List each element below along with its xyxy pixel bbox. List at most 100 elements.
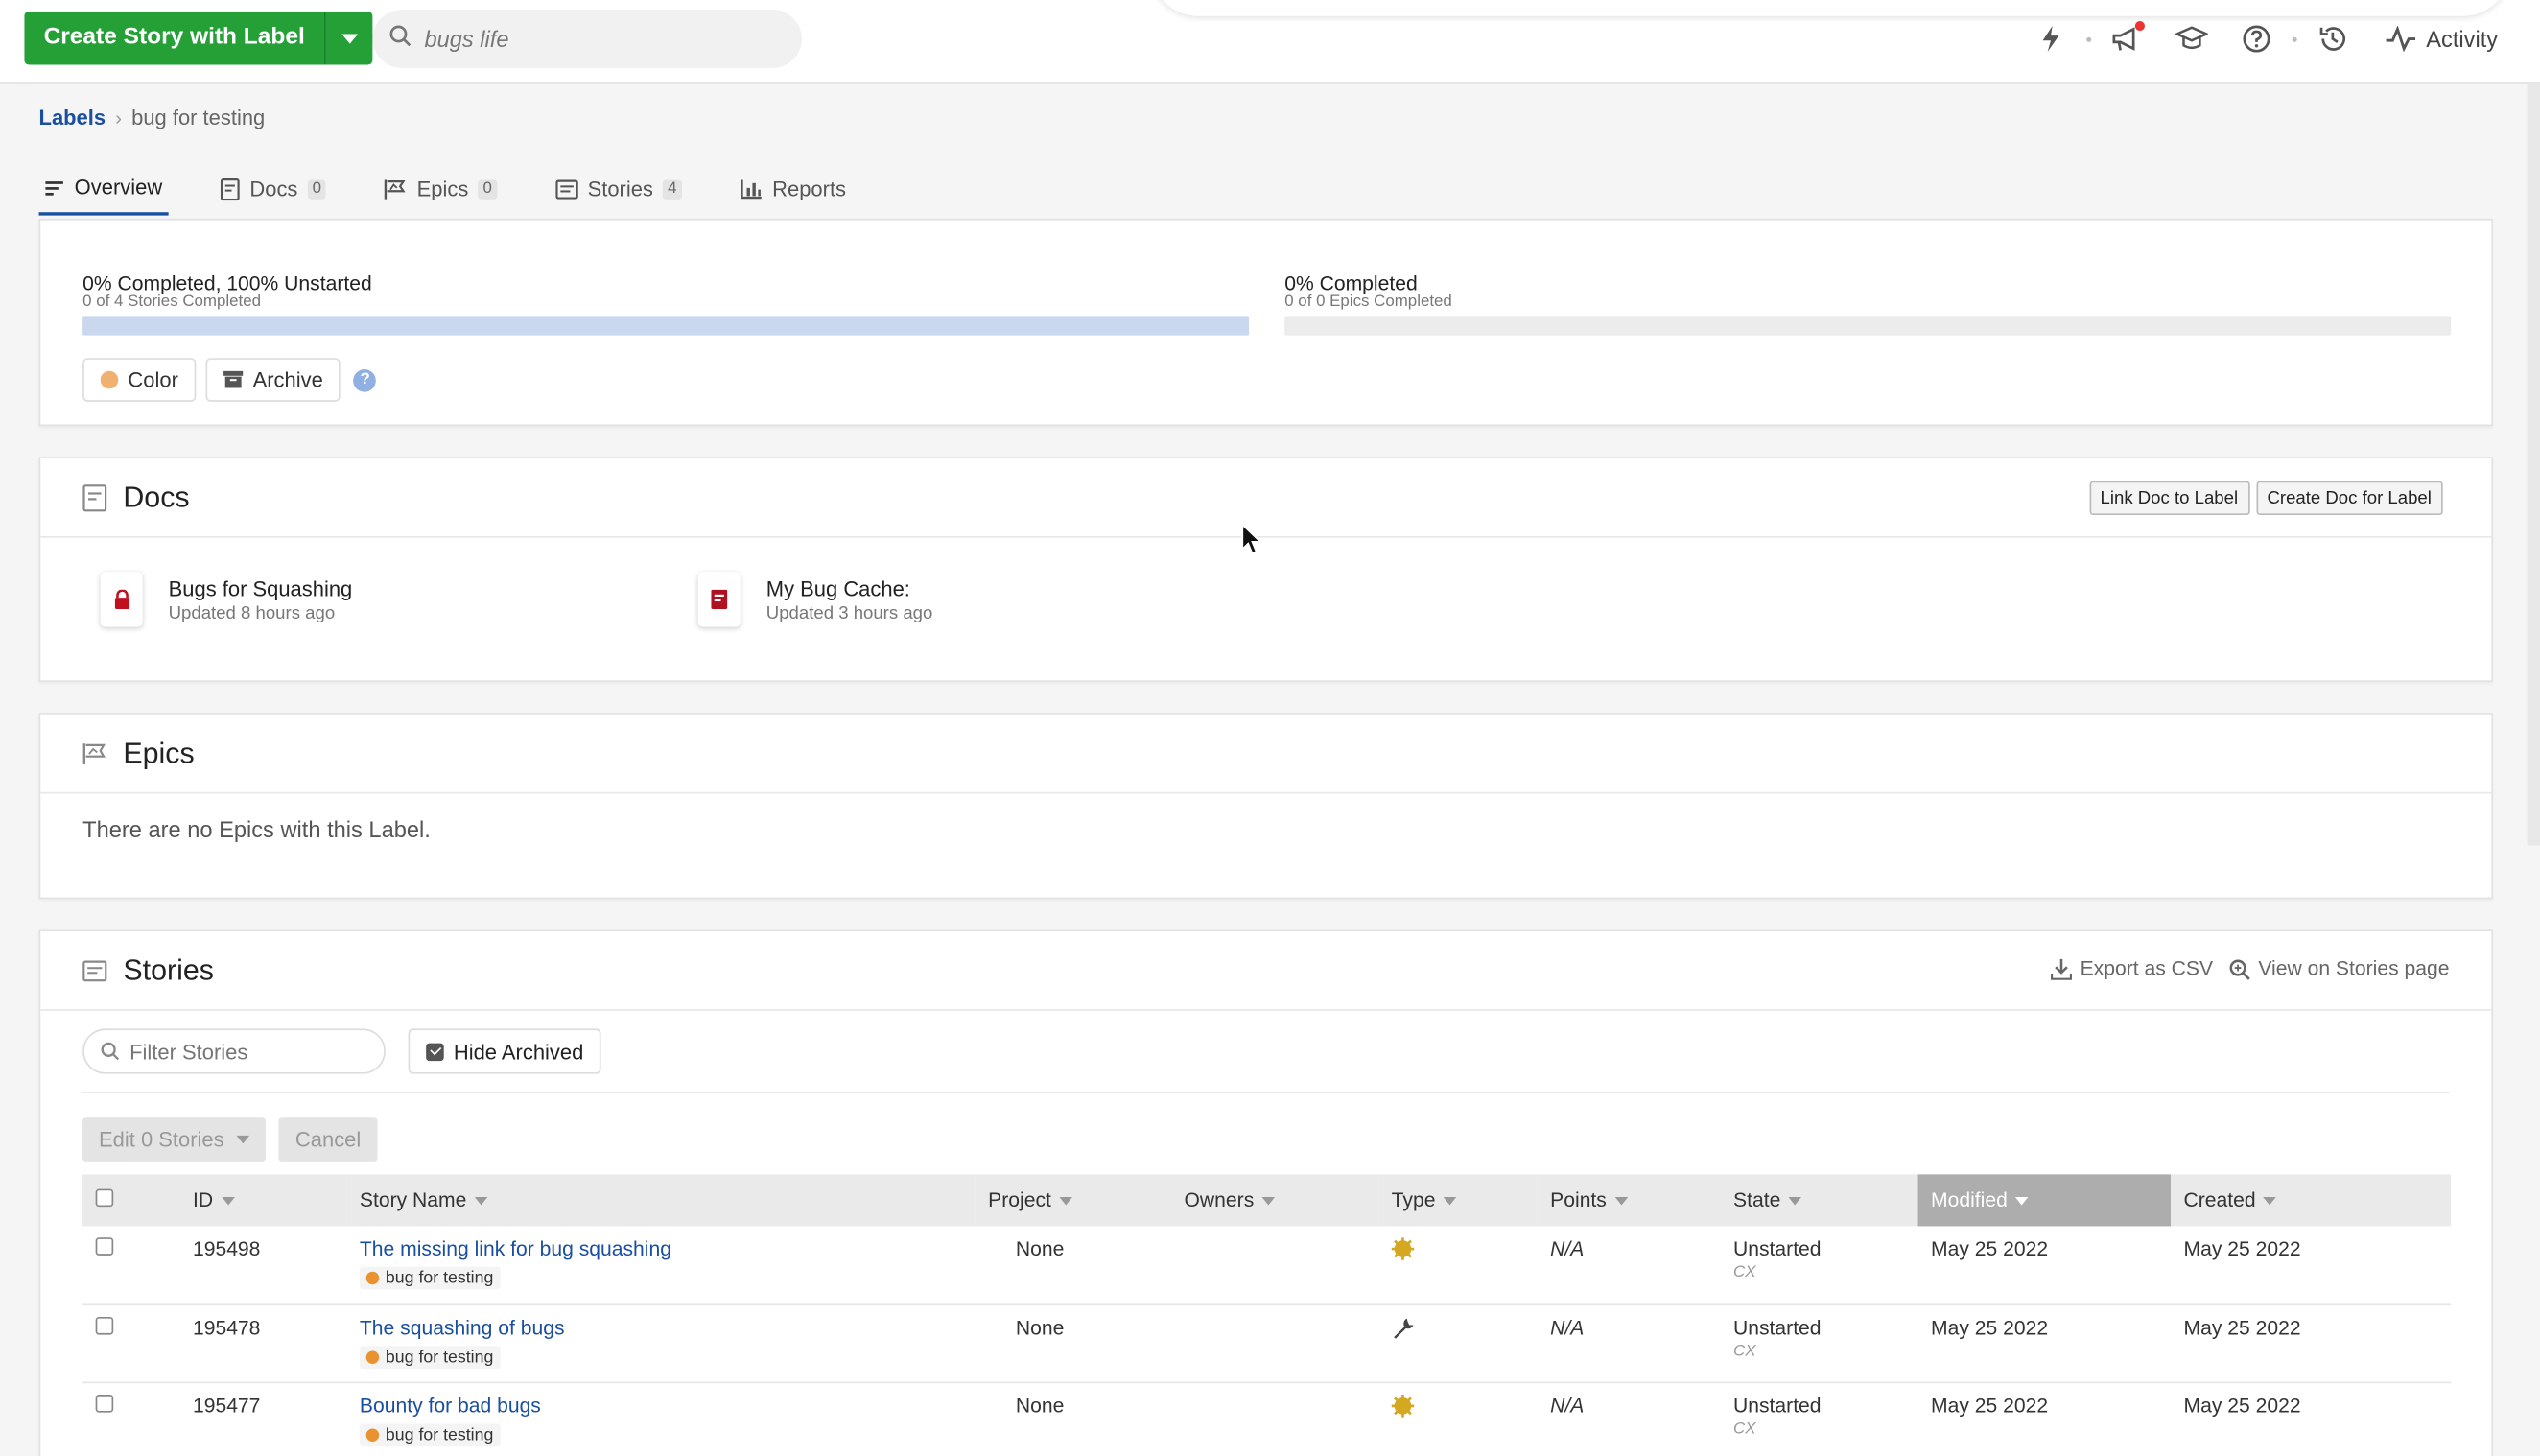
stories-progress-subtitle: 0 of 4 Stories Completed: [82, 293, 262, 312]
label-chip[interactable]: bug for testing: [359, 1345, 501, 1369]
stories-progress: 0% Completed, 100% Unstarted 0 of 4 Stor…: [82, 272, 1250, 336]
story-name-link[interactable]: The missing link for bug squashing: [360, 1237, 962, 1260]
search-bar[interactable]: [372, 10, 802, 68]
col-created[interactable]: Created: [2170, 1174, 2452, 1227]
notification-dot: [2134, 20, 2145, 32]
hide-archived-label: Hide Archived: [453, 1039, 584, 1064]
story-project: None: [975, 1381, 1172, 1456]
zoom-search-icon: [2229, 958, 2250, 979]
row-checkbox[interactable]: [95, 1394, 114, 1412]
history-icon[interactable]: [2313, 19, 2352, 59]
story-id: 195498: [179, 1226, 347, 1305]
sort-caret-icon: [1059, 1197, 1072, 1206]
tab-docs[interactable]: Docs 0: [214, 162, 333, 216]
story-project: None: [975, 1303, 1172, 1383]
story-state-label: Unstarted: [1733, 1316, 1822, 1339]
view-stories-page-link[interactable]: View on Stories page: [2229, 957, 2449, 980]
col-points[interactable]: Points: [1537, 1174, 1721, 1227]
cancel-button[interactable]: Cancel: [279, 1117, 378, 1162]
table-row: 195478 The squashing of bugs bug for tes…: [82, 1303, 2452, 1383]
doc-item[interactable]: My Bug Cache: Updated 3 hours ago: [697, 572, 932, 627]
col-label: Type: [1391, 1188, 1436, 1212]
tab-overview[interactable]: Overview: [38, 162, 169, 216]
top-icons: Activity: [2018, 19, 2498, 59]
story-points: N/A: [1537, 1226, 1721, 1305]
filter-stories-field[interactable]: [82, 1028, 386, 1074]
search-input[interactable]: [424, 26, 749, 53]
stories-title: Stories: [123, 952, 214, 986]
label-dot: [365, 1350, 380, 1364]
divider: [82, 1092, 2450, 1093]
label-chip-text: bug for testing: [385, 1347, 494, 1367]
export-csv-link[interactable]: Export as CSV: [2051, 957, 2213, 980]
sort-caret-icon: [1614, 1197, 1628, 1206]
story-type: [1378, 1226, 1538, 1305]
announcements-megaphone-icon[interactable]: [2107, 19, 2147, 59]
table-row: 195498 The missing link for bug squashin…: [82, 1226, 2452, 1305]
doc-icon: [697, 572, 741, 627]
tab-reports[interactable]: Reports: [734, 162, 853, 216]
col-id[interactable]: ID: [179, 1174, 347, 1227]
col-modified[interactable]: Modified: [1917, 1174, 2171, 1227]
story-name-cell: The missing link for bug squashing bug f…: [346, 1226, 976, 1305]
label-chip[interactable]: bug for testing: [359, 1422, 501, 1446]
download-icon: [2051, 957, 2073, 979]
stories-actions: Export as CSV View on Stories page: [2051, 957, 2449, 980]
story-modified: May 25 2022: [1917, 1381, 2171, 1456]
sort-caret-icon: [1261, 1197, 1276, 1206]
tab-label: Docs: [249, 176, 298, 201]
create-story-button[interactable]: Create Story with Label: [24, 11, 325, 65]
hide-archived-checkbox[interactable]: [426, 1042, 444, 1061]
filter-stories-input[interactable]: [129, 1039, 373, 1064]
col-type[interactable]: Type: [1378, 1174, 1538, 1227]
help-icon[interactable]: ?: [353, 368, 377, 391]
doc-item[interactable]: Bugs for Squashing Updated 8 hours ago: [100, 572, 352, 627]
col-label: State: [1733, 1188, 1781, 1212]
story-modified: May 25 2022: [1917, 1303, 2171, 1383]
doc-name: My Bug Cache:: [765, 575, 910, 600]
page-scrollbar[interactable]: [2527, 83, 2540, 846]
tab-stories[interactable]: Stories 4: [549, 162, 688, 216]
col-state[interactable]: State: [1720, 1174, 1918, 1227]
edit-stories-button[interactable]: Edit 0 Stories: [82, 1117, 267, 1162]
row-checkbox[interactable]: [95, 1316, 114, 1334]
activity-button[interactable]: Activity: [2384, 26, 2498, 53]
tab-label: Stories: [587, 176, 653, 201]
label-chip[interactable]: bug for testing: [359, 1266, 501, 1290]
docs-panel: Docs Link Doc to Label Create Doc for La…: [38, 457, 2494, 682]
breadcrumb-labels-link[interactable]: Labels: [39, 106, 106, 129]
col-label: Created: [2183, 1188, 2256, 1212]
tab-label: Epics: [416, 176, 469, 201]
story-name-link[interactable]: Bounty for bad bugs: [360, 1394, 962, 1417]
archive-button[interactable]: Archive: [205, 358, 341, 402]
row-checkbox[interactable]: [95, 1237, 114, 1256]
hide-archived-toggle[interactable]: Hide Archived: [408, 1028, 601, 1074]
activity-pulse-icon: [2386, 26, 2415, 53]
help-question-icon[interactable]: [2237, 19, 2276, 59]
color-button[interactable]: Color: [82, 358, 197, 402]
col-label: Owners: [1184, 1188, 1255, 1212]
lightning-icon[interactable]: [2031, 19, 2070, 59]
label-chip-text: bug for testing: [385, 1268, 494, 1288]
story-created: May 25 2022: [2170, 1381, 2452, 1456]
select-all-checkbox[interactable]: [95, 1188, 114, 1208]
link-doc-button[interactable]: Link Doc to Label: [2088, 481, 2249, 516]
lock-icon: [100, 572, 143, 627]
col-label: Story Name: [359, 1188, 467, 1212]
epics-panel: Epics There are no Epics with this Label…: [38, 713, 2494, 900]
create-story-dropdown-toggle[interactable]: [324, 11, 373, 65]
table-header-row: ID Story Name Project Owners Type Points…: [82, 1174, 2452, 1227]
feature-star-icon: [1391, 1394, 1415, 1417]
col-owners[interactable]: Owners: [1171, 1174, 1379, 1227]
tab-epics[interactable]: Epics 0: [378, 162, 504, 216]
reports-chart-icon: [740, 178, 762, 199]
table-row: 195477 Bounty for bad bugs bug for testi…: [82, 1381, 2452, 1456]
col-project[interactable]: Project: [975, 1174, 1172, 1227]
story-name-link[interactable]: The squashing of bugs: [360, 1316, 962, 1339]
col-story-name[interactable]: Story Name: [346, 1174, 976, 1227]
learning-graduation-cap-icon[interactable]: [2172, 19, 2211, 59]
tab-count: 0: [478, 178, 498, 199]
epics-title: Epics: [123, 736, 195, 769]
doc-icon: [82, 483, 107, 511]
create-doc-button[interactable]: Create Doc for Label: [2255, 481, 2443, 516]
